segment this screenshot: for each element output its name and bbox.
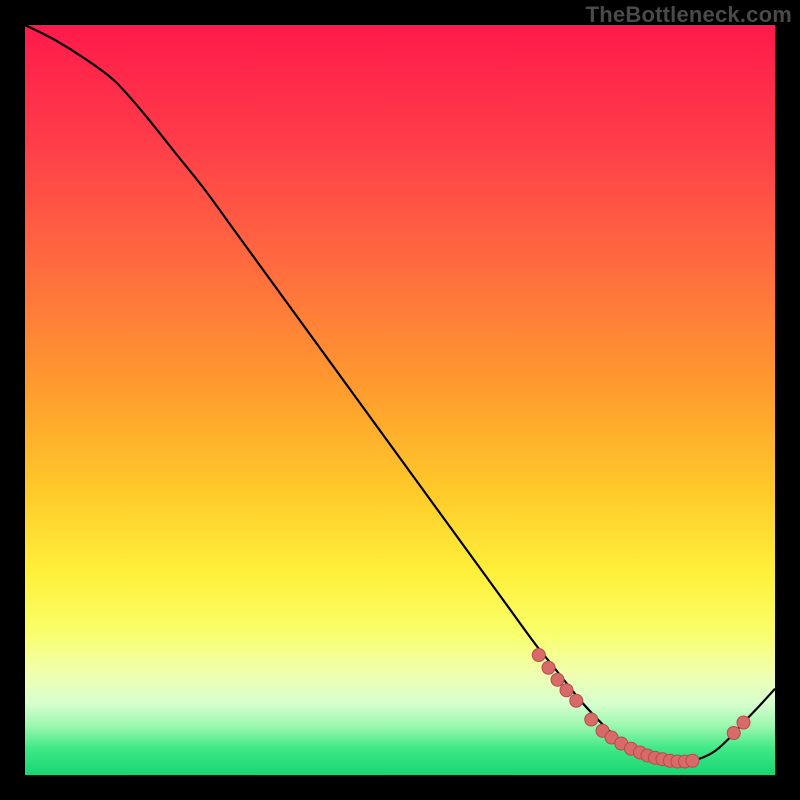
marker-dot bbox=[551, 673, 564, 686]
marker-dot bbox=[560, 684, 573, 697]
marker-dot bbox=[737, 716, 750, 729]
marker-dot bbox=[532, 649, 545, 662]
marker-dot bbox=[686, 754, 699, 767]
gradient-background bbox=[25, 25, 775, 775]
chart-svg bbox=[25, 25, 775, 775]
marker-dot bbox=[570, 694, 583, 707]
marker-dot bbox=[727, 727, 740, 740]
plot-area bbox=[25, 25, 775, 775]
chart-frame: TheBottleneck.com bbox=[0, 0, 800, 800]
marker-dot bbox=[585, 713, 598, 726]
marker-dot bbox=[542, 661, 555, 674]
